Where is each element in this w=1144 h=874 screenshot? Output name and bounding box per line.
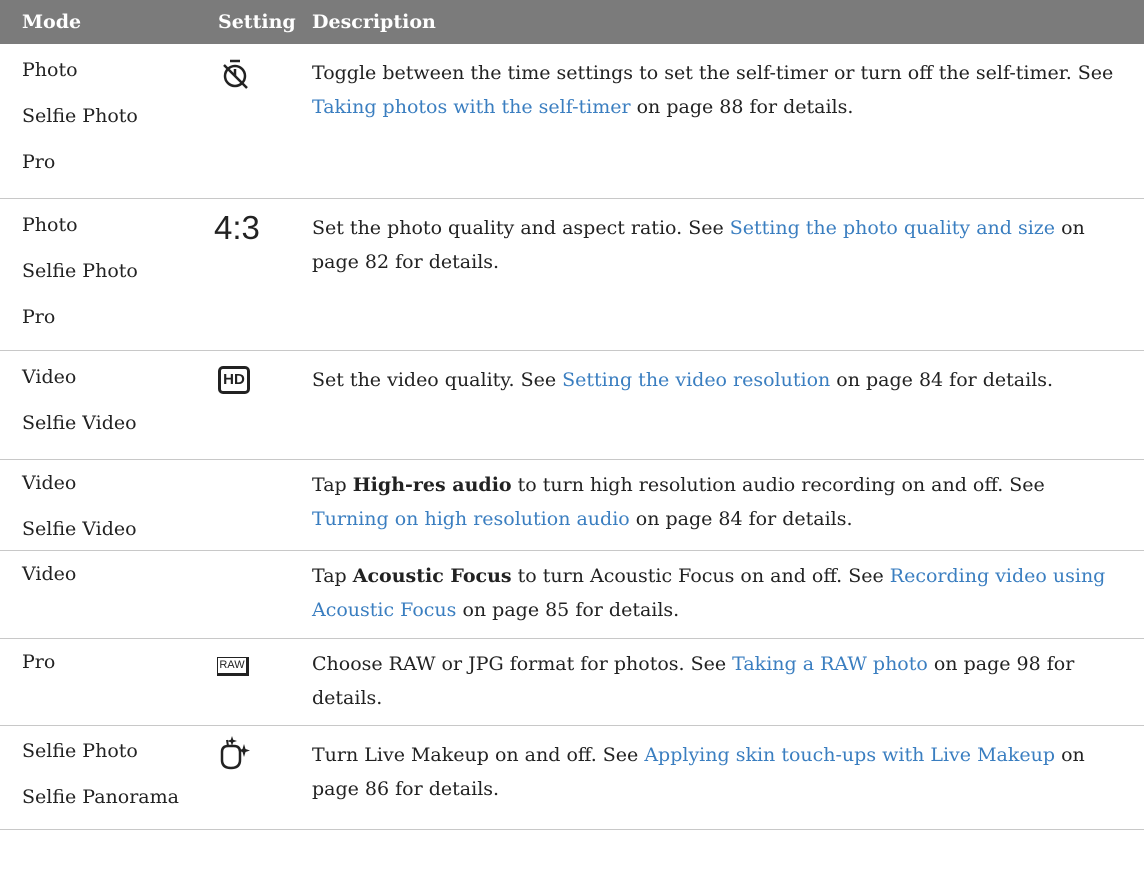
row-description: Tap High-res audio to turn high resoluti… xyxy=(312,468,1118,536)
mode-item: Selfie Panorama xyxy=(22,786,179,808)
mode-item: Selfie Photo xyxy=(22,105,138,127)
column-header-description: Description xyxy=(312,11,436,33)
mode-item: Selfie Video xyxy=(22,412,137,434)
cross-reference-link[interactable]: Taking a RAW photo xyxy=(732,653,928,675)
ui-term: Acoustic Focus xyxy=(352,565,512,587)
description-text: Turn Live Makeup on and off. See xyxy=(312,744,645,766)
mode-item: Photo xyxy=(22,59,78,81)
table-row: Video Tap Acoustic Focus to turn Acousti… xyxy=(0,551,1144,639)
table-row: Video Selfie Video HD Set the video qual… xyxy=(0,351,1144,460)
mode-item: Pro xyxy=(22,306,56,328)
description-text: Choose RAW or JPG format for photos. See xyxy=(312,653,733,675)
table-row: Selfie Photo Selfie Panorama Turn Live M… xyxy=(0,726,1144,830)
description-text: on page 88 for details. xyxy=(630,96,854,118)
row-description: Choose RAW or JPG format for photos. See… xyxy=(312,647,1118,715)
mode-list: Photo Selfie Photo Pro xyxy=(22,214,138,352)
description-text: Set the video quality. See xyxy=(312,369,563,391)
description-text: to turn Acoustic Focus on and off. See xyxy=(511,565,890,587)
row-description: Toggle between the time settings to set … xyxy=(312,56,1118,124)
mode-list: Video Selfie Video xyxy=(22,366,137,458)
cross-reference-link[interactable]: Taking photos with the self-timer xyxy=(312,96,631,118)
mode-item: Video xyxy=(22,472,77,494)
description-text: Tap xyxy=(312,474,353,496)
row-description: Turn Live Makeup on and off. See Applyin… xyxy=(312,738,1118,806)
mode-item: Pro xyxy=(22,651,56,673)
mode-item: Pro xyxy=(22,151,56,173)
description-text: Toggle between the time settings to set … xyxy=(312,62,1114,84)
row-description: Set the video quality. See Setting the v… xyxy=(312,363,1118,397)
self-timer-icon xyxy=(223,59,248,89)
row-description: Set the photo quality and aspect ratio. … xyxy=(312,211,1118,279)
table-row: Pro RAW Choose RAW or JPG format for pho… xyxy=(0,639,1144,726)
table-row: Photo Selfie Photo Pro Toggle between th… xyxy=(0,44,1144,199)
mode-item: Photo xyxy=(22,214,78,236)
column-header-mode: Mode xyxy=(22,11,82,33)
description-text: Set the photo quality and aspect ratio. … xyxy=(312,217,730,239)
mode-item: Video xyxy=(22,366,77,388)
mode-list: Video xyxy=(22,563,76,609)
table-header: Mode Setting Description xyxy=(0,0,1144,44)
mode-item: Selfie Photo xyxy=(22,260,138,282)
description-text: on page 85 for details. xyxy=(456,599,680,621)
description-text: to turn high resolution audio recording … xyxy=(511,474,1045,496)
cross-reference-link[interactable]: Setting the photo quality and size xyxy=(730,217,1055,239)
table-row: Photo Selfie Photo Pro 4:3 Set the photo… xyxy=(0,199,1144,351)
mode-item: Selfie Photo xyxy=(22,740,138,762)
description-text: on page 84 for details. xyxy=(629,508,853,530)
hd-icon: HD xyxy=(218,366,250,394)
cross-reference-link[interactable]: Applying skin touch-ups with Live Makeup xyxy=(644,744,1055,766)
settings-table: Mode Setting Description Photo Selfie Ph… xyxy=(0,0,1144,830)
mode-list: Selfie Photo Selfie Panorama xyxy=(22,740,179,832)
mode-item: Video xyxy=(22,563,77,585)
description-text: on page 84 for details. xyxy=(830,369,1054,391)
mode-list: Photo Selfie Photo Pro xyxy=(22,59,138,197)
table-row: Video Selfie Video Tap High-res audio to… xyxy=(0,460,1144,551)
column-header-setting: Setting xyxy=(218,11,296,33)
description-text: Tap xyxy=(312,565,353,587)
raw-format-icon: RAW xyxy=(217,657,249,676)
row-description: Tap Acoustic Focus to turn Acoustic Focu… xyxy=(312,559,1118,627)
cross-reference-link[interactable]: Setting the video resolution xyxy=(562,369,830,391)
cross-reference-link[interactable]: Turning on high resolution audio xyxy=(312,508,630,530)
live-makeup-icon xyxy=(220,736,250,770)
mode-list: Pro xyxy=(22,651,55,697)
aspect-ratio-icon: 4:3 xyxy=(214,209,260,246)
ui-term: High-res audio xyxy=(352,474,512,496)
